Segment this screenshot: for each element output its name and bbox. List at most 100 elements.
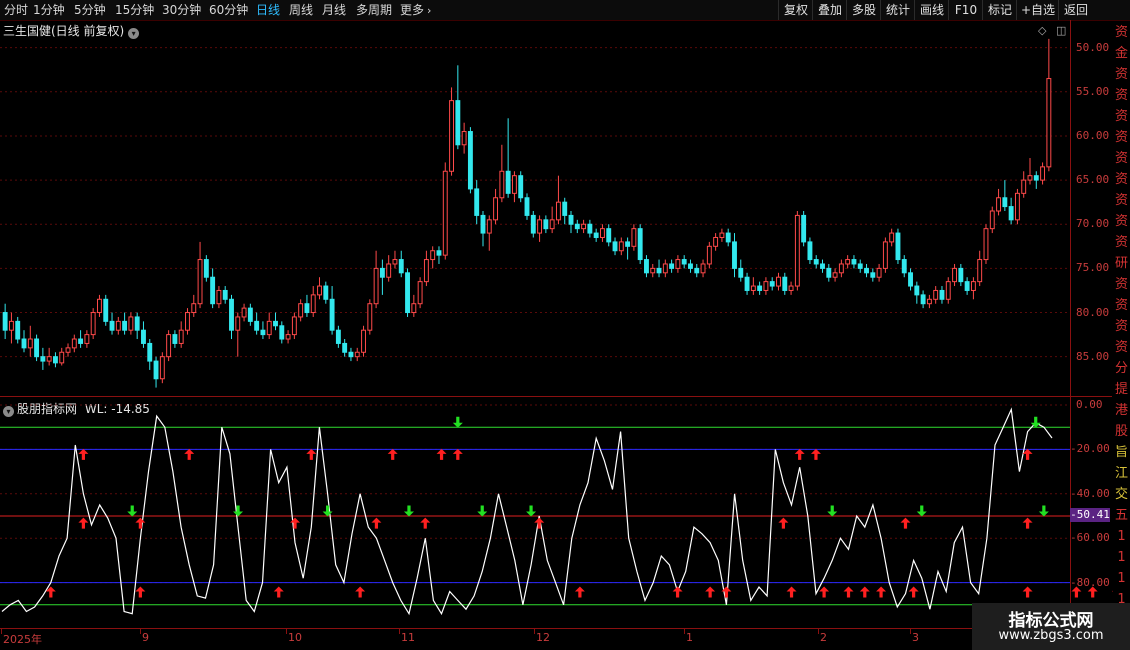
candle-body: [832, 272, 838, 278]
candle-body: [977, 259, 983, 283]
chevron-down-icon[interactable]: ▾: [3, 406, 14, 417]
overlay-button[interactable]: 叠加: [812, 0, 847, 20]
candle-body: [543, 219, 549, 230]
side-strip-item[interactable]: 提: [1113, 379, 1130, 400]
candle-body: [480, 214, 486, 234]
side-strip-item[interactable]: 分: [1113, 358, 1130, 379]
candle-body: [354, 351, 360, 358]
candle-body: [46, 356, 52, 362]
side-strip-item[interactable]: 江: [1113, 463, 1130, 484]
side-strip-item[interactable]: 资: [1113, 64, 1130, 85]
candle-body: [367, 303, 373, 331]
candle-body: [958, 267, 964, 283]
side-strip-item[interactable]: 股: [1113, 421, 1130, 442]
candle-body: [1021, 179, 1027, 194]
candle-body: [185, 312, 190, 331]
add-watchlist-button[interactable]: +自选: [1016, 0, 1059, 20]
side-strip-item[interactable]: 资: [1113, 22, 1130, 43]
side-strip-item[interactable]: 五: [1113, 505, 1130, 526]
diamond-icon[interactable]: ◇: [1038, 24, 1046, 37]
period-tab-more[interactable]: 更多 ›: [400, 2, 431, 18]
candle-body: [436, 250, 442, 256]
restore-rights-button[interactable]: 复权: [778, 0, 813, 20]
period-tab-multi[interactable]: 多周期: [356, 2, 392, 18]
side-strip-item[interactable]: 资: [1113, 127, 1130, 148]
side-strip-item[interactable]: 研: [1113, 253, 1130, 274]
side-strip-item[interactable]: 旨: [1113, 442, 1130, 463]
period-tab-15min[interactable]: 15分钟: [115, 2, 154, 18]
f10-button[interactable]: F10: [948, 0, 983, 20]
candle-body: [851, 259, 857, 265]
date-tick-mark: [818, 629, 819, 634]
mark-button[interactable]: 标记: [982, 0, 1017, 20]
candle-body: [574, 223, 580, 230]
side-strip-item[interactable]: 1: [1113, 547, 1130, 568]
period-tab-weekly[interactable]: 周线: [289, 2, 313, 18]
candle-body: [386, 263, 392, 278]
candle-body: [109, 320, 115, 331]
side-strip-item[interactable]: 资: [1113, 169, 1130, 190]
candle-body: [889, 232, 895, 243]
side-strip-item[interactable]: 金: [1113, 43, 1130, 64]
period-tab-timeshare[interactable]: 分时: [4, 2, 28, 18]
period-tab-monthly[interactable]: 月线: [322, 2, 346, 18]
candle-body: [656, 267, 662, 274]
candle-body: [688, 263, 693, 269]
side-strip-item[interactable]: 交: [1113, 484, 1130, 505]
candle-body: [461, 131, 467, 146]
candlestick-series: [2, 38, 1052, 388]
candle-body: [398, 259, 404, 274]
candle-body: [776, 276, 781, 287]
multi-stock-button[interactable]: 多股: [846, 0, 881, 20]
side-strip-item[interactable]: 资: [1113, 211, 1130, 232]
candle-body: [568, 214, 574, 225]
side-strip-item[interactable]: 港: [1113, 400, 1130, 421]
indicator-tick-label: -60.00: [1070, 531, 1110, 545]
candle-body: [97, 298, 102, 314]
buy-arrow: [78, 448, 89, 460]
candle-body: [813, 259, 819, 265]
side-strip-item[interactable]: 资: [1113, 106, 1130, 127]
side-strip-item[interactable]: 资: [1113, 337, 1130, 358]
period-tab-5min[interactable]: 5分钟: [74, 2, 106, 18]
stock-chart[interactable]: [0, 0, 1130, 650]
period-tab-30min[interactable]: 30分钟: [162, 2, 201, 18]
candle-body: [964, 281, 970, 291]
buy-arrow: [1022, 448, 1033, 460]
date-tick-label: 3: [912, 631, 919, 644]
period-tab-1min[interactable]: 1分钟: [33, 2, 65, 18]
window-toggle-icon[interactable]: ◫: [1056, 24, 1066, 37]
side-strip-item[interactable]: 1: [1113, 568, 1130, 589]
candle-body: [794, 214, 800, 287]
side-strip-item[interactable]: 资: [1113, 295, 1130, 316]
buy-arrow: [273, 586, 284, 598]
side-strip-item[interactable]: 资: [1113, 274, 1130, 295]
candle-body: [750, 285, 756, 291]
side-strip-item[interactable]: 资: [1113, 190, 1130, 211]
candle-body: [732, 241, 737, 269]
indicator-reference-lines: [0, 426, 1070, 606]
candle-body: [581, 223, 587, 230]
stock-title: 三生国健(日线 前复权): [3, 24, 125, 38]
back-button[interactable]: 返回: [1058, 0, 1093, 20]
statistics-button[interactable]: 统计: [880, 0, 915, 20]
candle-body: [996, 197, 1002, 212]
candle-body: [681, 259, 687, 265]
candle-body: [298, 303, 304, 318]
period-tab-60min[interactable]: 60分钟: [209, 2, 248, 18]
candle-body: [807, 241, 813, 261]
side-strip-item[interactable]: 资: [1113, 232, 1130, 253]
period-tab-daily[interactable]: 日线: [256, 2, 280, 18]
buy-arrow: [843, 586, 854, 598]
side-strip-item[interactable]: 资: [1113, 316, 1130, 337]
chevron-down-icon[interactable]: ▾: [128, 28, 140, 39]
price-tick-label: 65.00: [1076, 173, 1110, 187]
draw-line-button[interactable]: 画线: [914, 0, 949, 20]
main-chart-title: 三生国健(日线 前复权) ▾: [3, 22, 140, 39]
candle-body: [901, 259, 907, 274]
candle-body: [1040, 166, 1046, 181]
side-info-strip[interactable]: 资金资资资资资资资资资研资资资资分提港股旨江交五1111111: [1113, 22, 1130, 650]
side-strip-item[interactable]: 资: [1113, 148, 1130, 169]
side-strip-item[interactable]: 资: [1113, 85, 1130, 106]
side-strip-item[interactable]: 1: [1113, 526, 1130, 547]
